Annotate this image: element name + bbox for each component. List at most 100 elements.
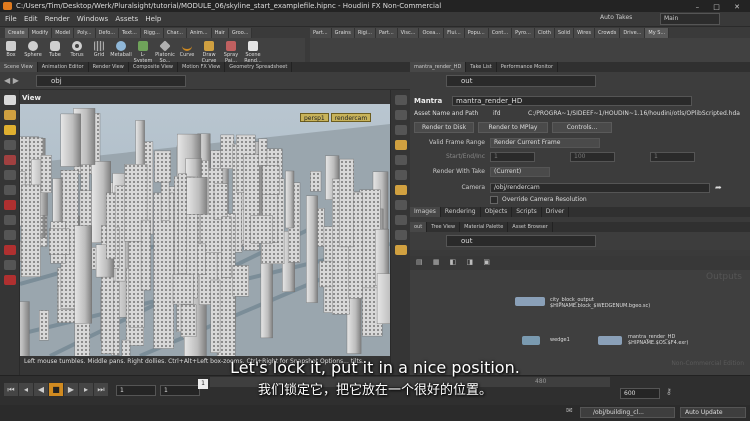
lights-icon[interactable] [394,140,407,150]
tab-tree-view[interactable]: Tree View [427,222,461,232]
node-mantra-render[interactable] [598,336,622,345]
handle-tool-icon[interactable] [3,125,16,135]
tab-out[interactable]: out [410,222,428,232]
back-arrow-icon[interactable]: ◀ ▶ [4,76,19,85]
shelf-tab-wires[interactable]: Wires [574,28,595,38]
shelf-tab-pyro[interactable]: Pyro... [512,28,535,38]
menu-file[interactable]: File [5,12,17,27]
render-camera-chip[interactable]: rendercam [330,113,372,122]
shelf-tab-rigid[interactable]: Rigi... [354,28,377,38]
shading-icon[interactable] [394,110,407,120]
tab-scripts[interactable]: Scripts [512,207,542,217]
end-frame-field[interactable]: 100 [570,152,615,162]
tab-mantra-render[interactable]: mantra_render_HD [410,62,467,72]
shelf-tab-my-shelf[interactable]: My S... [645,28,670,38]
render-to-mplay-button[interactable]: Render to MPlay [478,122,548,133]
auto-takes-toggle[interactable]: Auto Takes [600,14,632,21]
shelf-tab-grains[interactable]: Grains [331,28,355,38]
uv-icon[interactable] [394,230,407,240]
override-checkbox[interactable] [490,196,498,204]
flipbook-icon[interactable] [394,245,407,255]
shelf-tab-populate[interactable]: Popu... [464,28,489,38]
menu-assets[interactable]: Assets [115,12,138,27]
desktop-select[interactable]: Main [660,13,720,25]
tab-rendering[interactable]: Rendering [441,207,481,217]
shelf-tab-texture[interactable]: Text... [118,28,141,38]
shelf-tab-rigging[interactable]: Rigg... [140,28,164,38]
network-tool-icons[interactable]: ▤ ▦ ◧ ◨ ▣ [416,258,494,266]
tab-animation-editor[interactable]: Animation Editor [38,62,89,72]
tab-images[interactable]: Images [410,207,441,217]
tab-objects[interactable]: Objects [481,207,513,217]
tool-metaball[interactable]: Metaball [110,38,132,62]
display-options-icon[interactable] [394,95,407,105]
camera-pick-icon[interactable]: ➦ [715,183,722,192]
start-frame-field[interactable]: 1 [490,152,535,162]
shelf-tab-deform[interactable]: Defo... [95,28,119,38]
prim-snap-icon[interactable] [3,230,16,240]
3d-viewport[interactable] [20,104,390,356]
tool-platonic[interactable]: Platonic So... [154,38,176,64]
move-tool-icon[interactable] [3,110,16,120]
tool-sphere[interactable]: Sphere [22,38,44,62]
scene-path-field[interactable]: obj [36,75,186,87]
tab-take-list[interactable]: Take List [466,62,497,72]
pose-tool-icon[interactable] [3,140,16,150]
shelf-tab-poly[interactable]: Poly... [74,28,96,38]
tab-geometry-spreadsheet[interactable]: Geometry Spreadsheet [225,62,293,72]
node-city-block-output[interactable] [515,297,545,306]
points-icon[interactable] [394,200,407,210]
tab-motion-fx-view[interactable]: Motion FX View [178,62,226,72]
tool-draw-curve[interactable]: Draw Curve [198,38,220,64]
bounding-box-icon[interactable] [394,170,407,180]
shelf-tab-model[interactable]: Model [52,28,75,38]
shelf-tab-create[interactable]: Create [5,28,29,38]
node-name-field[interactable]: mantra_render_HD [452,96,692,106]
ghost-icon[interactable] [394,185,407,195]
tool-torus[interactable]: Torus [66,38,88,62]
menu-windows[interactable]: Windows [77,12,108,27]
shelf-tab-crowds[interactable]: Crowds [594,28,621,38]
inc-frame-field[interactable]: 1 [650,152,695,162]
camera-menu[interactable]: persp1 rendercam [300,113,373,122]
tool-box[interactable]: Box [0,38,22,62]
shelf-tab-hair[interactable]: Hair [211,28,229,38]
tool-tube[interactable]: Tube [44,38,66,62]
tool-lsystem[interactable]: L-System [132,38,154,64]
tab-driver[interactable]: Driver [542,207,570,217]
persp-camera-chip[interactable]: persp1 [300,113,329,122]
point-snap-icon[interactable] [3,245,16,255]
comment-icon[interactable]: ✉ [566,406,573,415]
multi-snap-icon[interactable] [3,260,16,270]
magnet-tool-icon[interactable] [3,155,16,165]
take-select[interactable]: (Current) [490,167,550,177]
tab-render-view[interactable]: Render View [89,62,129,72]
param-path-field[interactable]: out [446,75,596,87]
network-path-field[interactable]: out [446,235,596,247]
snap-tool-icon[interactable] [3,185,16,195]
shelf-tab-animation[interactable]: Anim... [186,28,212,38]
frame-range-select[interactable]: Render Current Frame [490,138,600,148]
render-to-disk-button[interactable]: Render to Disk [414,122,474,133]
snap-magnet-icon[interactable] [3,200,16,210]
tab-asset-browser[interactable]: Asset Browser [508,222,553,232]
auto-update-select[interactable]: Auto Update [680,407,746,418]
select-tool-icon[interactable] [3,95,16,105]
view-tool-icon[interactable] [3,170,16,180]
shelf-tab-viscous[interactable]: Visc... [397,28,420,38]
shelf-tab-particles[interactable]: Part... [310,28,332,38]
network-path-status[interactable]: /obj/building_cl... [580,407,675,418]
menu-edit[interactable]: Edit [24,12,38,27]
shelf-tab-container[interactable]: Cont... [488,28,513,38]
tool-scene-render[interactable]: Scene Rend... [242,38,264,64]
menu-help[interactable]: Help [145,12,161,27]
tab-material-palette[interactable]: Material Palette [460,222,509,232]
shelf-tab-particle-fluids[interactable]: Part... [376,28,398,38]
tab-composite-view[interactable]: Composite View [129,62,178,72]
tool-grid[interactable]: Grid [88,38,110,62]
wireframe-icon[interactable] [394,125,407,135]
shelf-tab-cloth[interactable]: Cloth [534,28,555,38]
tab-scene-view[interactable]: Scene View [0,62,38,72]
shelf-tab-modify[interactable]: Modify [28,28,53,38]
normals-icon[interactable] [394,215,407,225]
